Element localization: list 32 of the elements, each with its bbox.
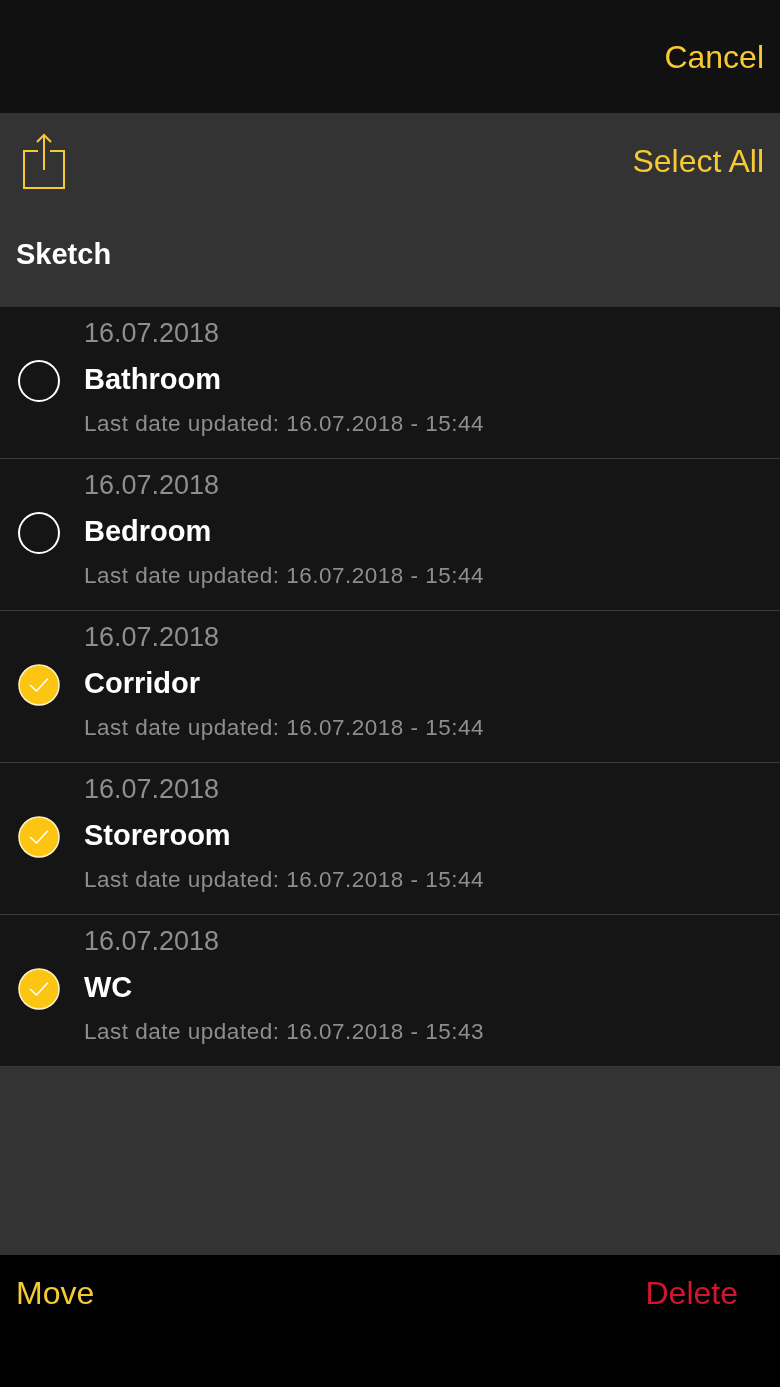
item-name: Bedroom	[84, 514, 212, 549]
empty-circle-icon[interactable]	[18, 512, 60, 554]
item-updated-text: Last date updated: 16.07.2018 - 15:44	[84, 562, 485, 590]
delete-button[interactable]: Delete	[645, 1274, 738, 1312]
item-updated-text: Last date updated: 16.07.2018 - 15:44	[84, 714, 485, 742]
empty-circle-icon[interactable]	[18, 360, 60, 402]
item-name: Corridor	[84, 666, 200, 701]
item-name: Storeroom	[84, 818, 231, 853]
item-date: 16.07.2018	[84, 469, 220, 501]
cancel-button[interactable]: Cancel	[664, 37, 764, 76]
item-updated-text: Last date updated: 16.07.2018 - 15:43	[84, 1018, 485, 1046]
list-row[interactable]: 16.07.2018 Bedroom Last date updated: 16.07.2018 - 15:44	[0, 459, 780, 611]
select-all-button[interactable]: Select All	[632, 142, 764, 180]
list-row[interactable]: 16.07.2018 WC Last date updated: 16.07.2018 - 15:43	[0, 915, 780, 1067]
folder-title: Sketch	[16, 237, 112, 271]
share-icon	[23, 133, 65, 189]
checked-circle-icon[interactable]	[18, 816, 60, 858]
checked-circle-icon[interactable]	[18, 664, 60, 706]
checked-circle-icon[interactable]	[18, 968, 60, 1010]
list-row[interactable]: 16.07.2018 Storeroom Last date updated: 16.07.2018 - 15:44	[0, 763, 780, 915]
item-updated-text: Last date updated: 16.07.2018 - 15:44	[84, 410, 485, 438]
item-updated-text: Last date updated: 16.07.2018 - 15:44	[84, 866, 485, 894]
move-button[interactable]: Move	[16, 1274, 95, 1312]
list-row[interactable]: 16.07.2018 Corridor Last date updated: 16.07.2018 - 15:44	[0, 611, 780, 763]
item-date: 16.07.2018	[84, 925, 220, 957]
item-date: 16.07.2018	[84, 773, 220, 805]
item-name: WC	[84, 970, 133, 1005]
share-button[interactable]	[23, 133, 65, 189]
item-name: Bathroom	[84, 362, 221, 397]
item-date: 16.07.2018	[84, 621, 220, 653]
item-date: 16.07.2018	[84, 317, 220, 349]
list-row[interactable]: 16.07.2018 Bathroom Last date updated: 16.07.2018 - 15:44	[0, 307, 780, 459]
